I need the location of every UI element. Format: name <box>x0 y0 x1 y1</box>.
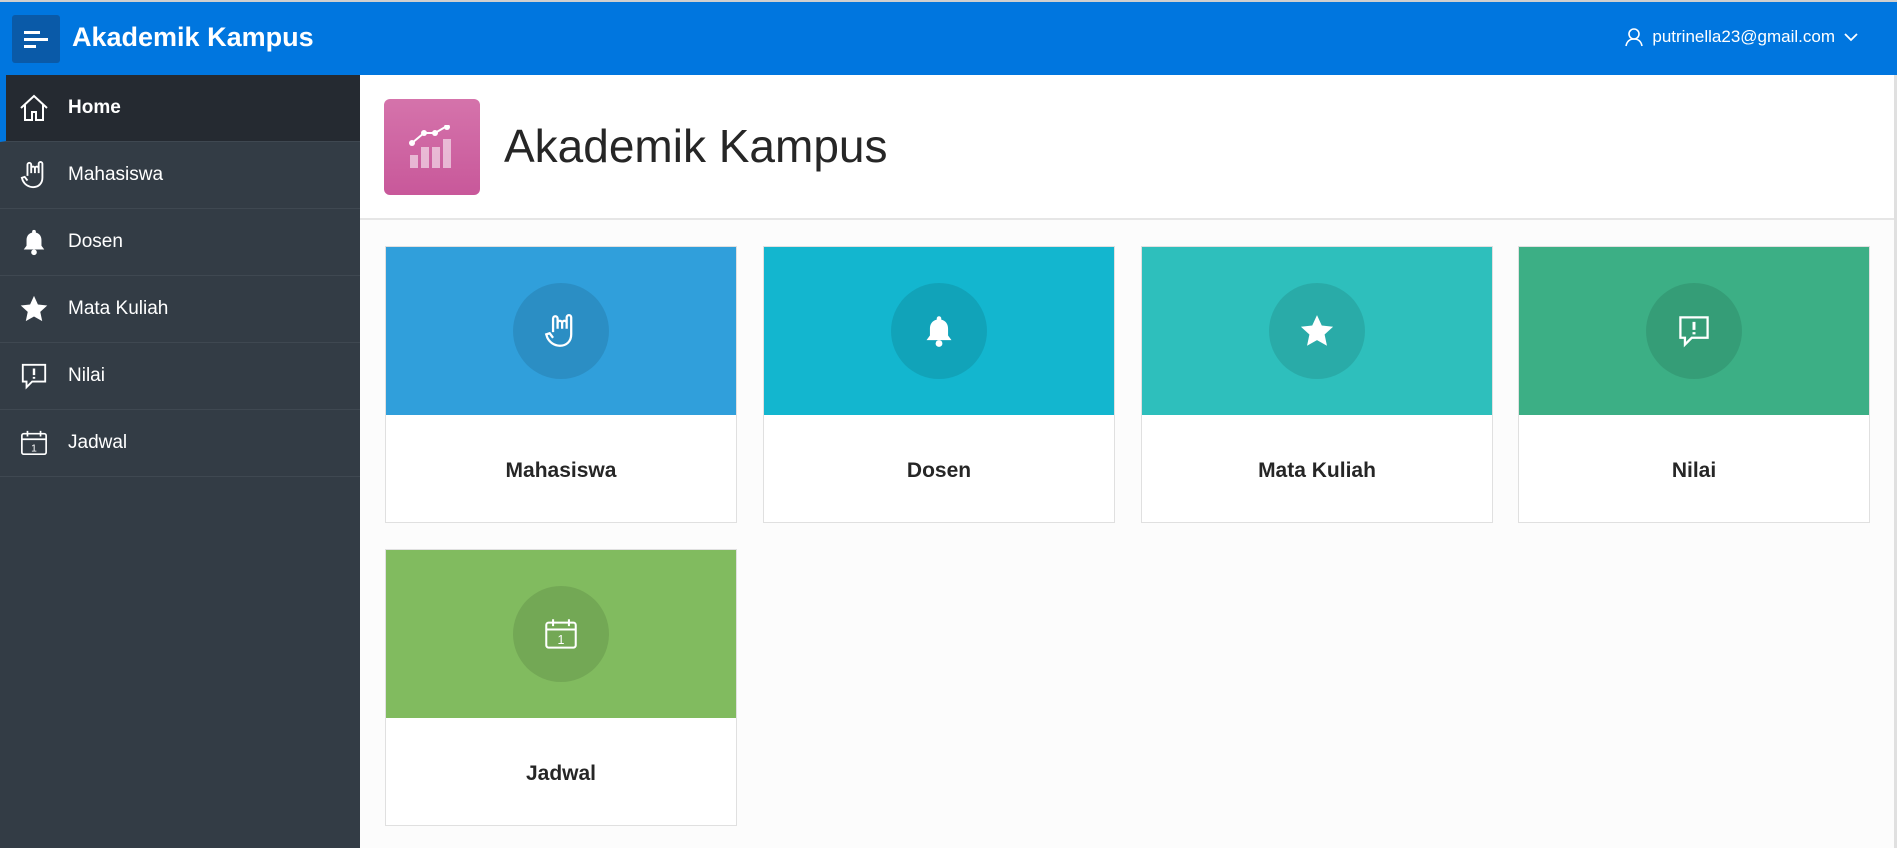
sidebar-item-home[interactable]: Home <box>0 75 360 142</box>
comment-alert-icon <box>18 360 50 392</box>
sidebar-item-jadwal[interactable]: 1 Jadwal <box>0 410 360 477</box>
comment-alert-icon <box>1646 283 1742 379</box>
card-jadwal[interactable]: 1 Jadwal <box>385 549 737 826</box>
hamburger-icon <box>24 31 48 48</box>
sidebar-item-mahasiswa[interactable]: Mahasiswa <box>0 142 360 209</box>
user-menu[interactable]: putrinella23@gmail.com <box>1624 27 1859 47</box>
card-label: Mahasiswa <box>505 459 617 482</box>
card-nilai[interactable]: Nilai <box>1518 246 1870 523</box>
sidebar-item-label: Dosen <box>68 231 123 252</box>
card-label: Jadwal <box>525 762 597 785</box>
card-mahasiswa[interactable]: Mahasiswa <box>385 246 737 523</box>
card-label: Dosen <box>906 459 972 482</box>
user-email: putrinella23@gmail.com <box>1652 27 1835 46</box>
calendar-icon: 1 <box>18 427 50 459</box>
sidebar-item-label: Home <box>68 97 121 118</box>
sidebar-item-mata-kuliah[interactable]: Mata Kuliah <box>0 276 360 343</box>
card-mata-kuliah[interactable]: Mata Kuliah <box>1141 246 1493 523</box>
card-banner <box>1142 247 1492 415</box>
sidebar-item-label: Jadwal <box>68 432 128 453</box>
card-banner: 1 <box>386 550 736 718</box>
star-icon <box>1269 283 1365 379</box>
page-hero: Akademik Kampus <box>360 75 1897 220</box>
top-header: Akademik Kampus putrinella23@gmail.com <box>0 2 1897 75</box>
user-icon <box>1625 28 1644 47</box>
bell-icon <box>891 283 987 379</box>
home-icon <box>18 92 50 124</box>
card-label: Nilai <box>1671 459 1717 482</box>
svg-text:1: 1 <box>31 443 37 454</box>
menu-toggle-button[interactable] <box>12 15 60 63</box>
sidebar-item-label: Mahasiswa <box>68 164 164 185</box>
sidebar-item-label: Mata Kuliah <box>68 298 169 319</box>
star-icon <box>18 293 50 325</box>
hand-rock-icon <box>18 159 50 191</box>
card-label: Mata Kuliah <box>1258 459 1376 482</box>
svg-text:1: 1 <box>558 633 565 647</box>
page-title: Akademik Kampus <box>504 120 888 172</box>
app-title[interactable]: Akademik Kampus <box>72 22 314 53</box>
sidebar: Home Mahasiswa Dosen Mata Kuliah Nilai 1 Jadwa… <box>0 75 360 848</box>
hand-rock-icon <box>513 283 609 379</box>
card-banner <box>1519 247 1869 415</box>
chart-icon <box>384 99 480 195</box>
sidebar-item-label: Nilai <box>68 365 105 386</box>
card-banner <box>764 247 1114 415</box>
card-dosen[interactable]: Dosen <box>763 246 1115 523</box>
calendar-icon: 1 <box>513 586 609 682</box>
bell-icon <box>18 226 50 258</box>
card-banner <box>386 247 736 415</box>
sidebar-item-nilai[interactable]: Nilai <box>0 343 360 410</box>
sidebar-item-dosen[interactable]: Dosen <box>0 209 360 276</box>
chevron-down-icon <box>1844 33 1858 42</box>
